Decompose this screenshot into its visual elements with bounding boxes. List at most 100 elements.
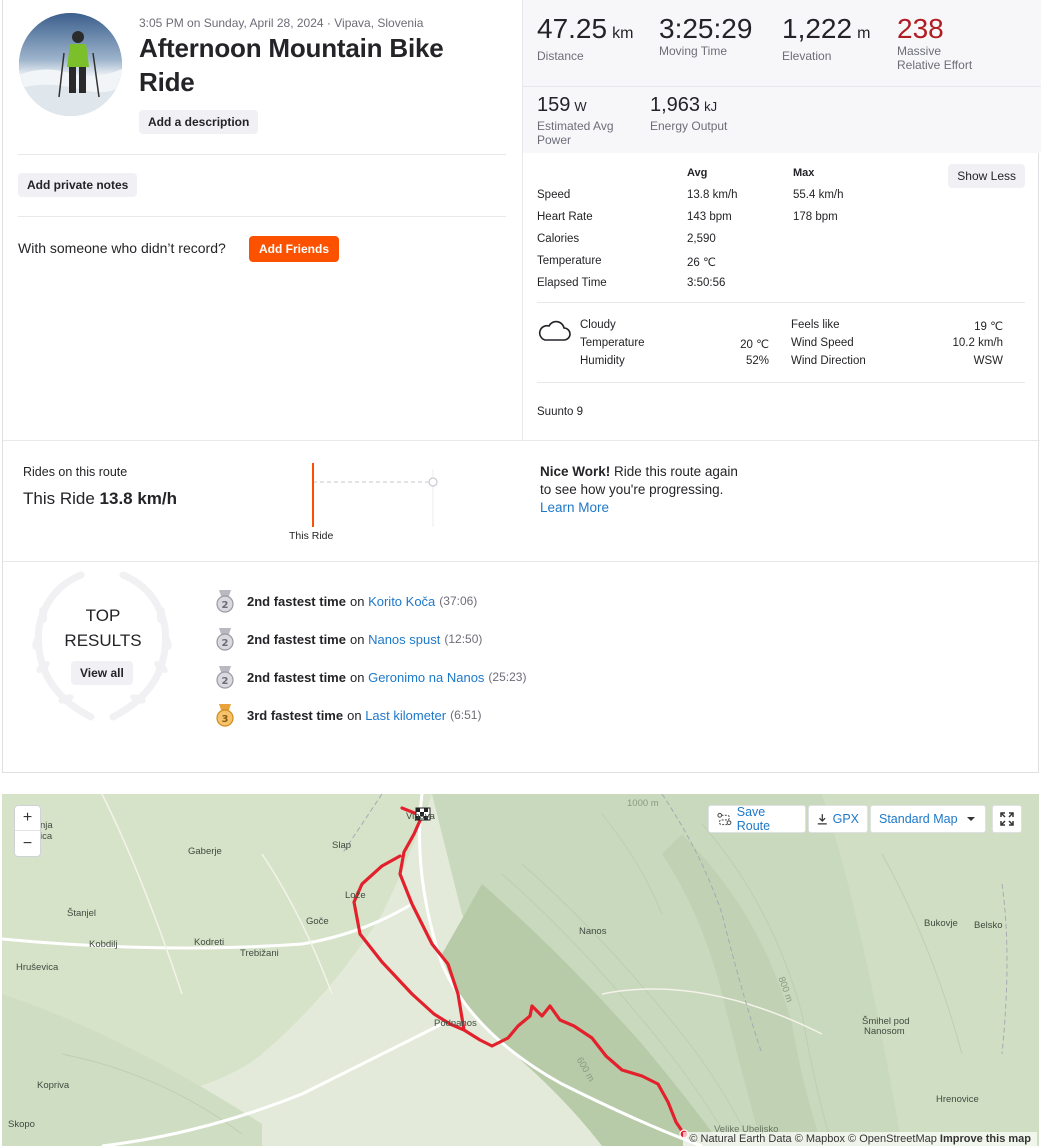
stat-moving-time: 3:25:29 Moving Time bbox=[659, 13, 753, 59]
effort-label-2: Relative Effort bbox=[897, 58, 973, 72]
top-results-title-2: RESULTS bbox=[64, 631, 142, 650]
save-route-label: Save Route bbox=[736, 805, 771, 833]
place-label: Nanos bbox=[579, 926, 607, 937]
route-comparison: Rides on this route This Ride 13.8 km/h … bbox=[3, 440, 1040, 562]
attribution-text[interactable]: © Natural Earth Data © Mapbox © OpenStre… bbox=[689, 1133, 936, 1145]
gpx-download-button[interactable]: GPX bbox=[808, 805, 868, 833]
add-friends-button[interactable]: Add Friends bbox=[249, 236, 340, 262]
power-label-2: Power bbox=[537, 133, 572, 147]
speed-avg: 13.8 km/h bbox=[687, 189, 738, 201]
route-map[interactable]: Vipava Slap Gaberje Lože Goče Štanjel Ko… bbox=[2, 794, 1039, 1146]
result-text: 3rd fastest time bbox=[247, 707, 344, 723]
weather-humidity: 52% bbox=[745, 355, 769, 367]
view-all-button[interactable]: View all bbox=[71, 661, 133, 685]
result-text: 2nd fastest time bbox=[247, 593, 346, 609]
result-time: (25:23) bbox=[488, 670, 527, 684]
result-text: 2nd fastest time bbox=[247, 669, 346, 685]
improve-map-link[interactable]: Improve this map bbox=[940, 1133, 1031, 1145]
zoom-in-button[interactable]: + bbox=[15, 806, 40, 831]
place-label: Hruševica bbox=[16, 962, 59, 973]
max-header: Max bbox=[793, 167, 815, 179]
effort-value: 238 bbox=[897, 13, 944, 44]
add-private-notes-button[interactable]: Add private notes bbox=[18, 173, 138, 197]
gpx-label: GPX bbox=[832, 812, 859, 826]
bronze-medal-icon: 3 bbox=[216, 704, 234, 727]
place-label: Kobdilj bbox=[89, 939, 118, 950]
place-label: Trebižani bbox=[240, 948, 279, 959]
medal-rank: 3 bbox=[222, 714, 229, 725]
stat-distance: 47.25 km Distance bbox=[537, 14, 634, 64]
distance-label: Distance bbox=[537, 49, 584, 63]
zoom-controls: + − bbox=[14, 805, 41, 857]
row-label-heart-rate: Heart Rate bbox=[537, 211, 593, 223]
effort-marker bbox=[428, 477, 438, 487]
calories-avg: 2,590 bbox=[687, 233, 716, 245]
place-label: nja bbox=[40, 820, 53, 831]
learn-more-link[interactable]: Learn More bbox=[540, 500, 609, 515]
distance-unit: km bbox=[612, 25, 634, 42]
segment-link[interactable]: Last kilometer bbox=[365, 708, 446, 723]
result-item: 3 3rd fastest time on Last kilometer (6:… bbox=[215, 703, 481, 727]
weather-condition: Cloudy bbox=[580, 319, 616, 331]
divider bbox=[523, 86, 1041, 87]
result-on: on bbox=[347, 707, 362, 723]
segment-link[interactable]: Geronimo na Nanos bbox=[368, 670, 484, 685]
result-on: on bbox=[349, 669, 365, 685]
segment-link[interactable]: Korito Koča bbox=[368, 594, 435, 609]
stat-power: 159 W Estimated Avg Power bbox=[537, 93, 614, 147]
wind-direction-label: Wind Direction bbox=[791, 355, 866, 367]
divider bbox=[537, 382, 1025, 383]
place-label: Podnanos bbox=[434, 1018, 477, 1029]
nice-work-message: Nice Work! Ride this route again to see … bbox=[540, 463, 780, 517]
map-type-label: Standard Map bbox=[879, 812, 958, 826]
place-label: Vipava bbox=[406, 811, 435, 822]
device-name: Suunto 9 bbox=[537, 406, 584, 418]
elevation-label: Elevation bbox=[782, 49, 832, 63]
speed-max: 55.4 km/h bbox=[793, 189, 844, 201]
activity-title[interactable]: Afternoon Mountain Bike Ride bbox=[139, 31, 499, 99]
medal-rank: 2 bbox=[222, 676, 229, 687]
wind-speed-label: Wind Speed bbox=[791, 337, 854, 349]
place-label: Nanosom bbox=[864, 1026, 905, 1037]
place-label: Belsko bbox=[974, 920, 1003, 931]
elevation-unit: m bbox=[857, 25, 871, 42]
avatar[interactable] bbox=[19, 13, 122, 116]
zoom-out-button[interactable]: − bbox=[15, 831, 40, 856]
heart-rate-avg: 143 bpm bbox=[687, 211, 732, 223]
silver-medal-icon: 2 bbox=[216, 628, 234, 651]
result-text: 2nd fastest time bbox=[247, 631, 346, 647]
weather-temperature-label: Temperature bbox=[580, 337, 645, 349]
top-results-title-1: TOP bbox=[85, 606, 121, 625]
map-type-dropdown[interactable]: Standard Map bbox=[870, 805, 986, 833]
segment-link[interactable]: Nanos spust bbox=[368, 632, 440, 647]
friends-question: With someone who didn’t record? bbox=[18, 240, 226, 256]
place-label: Kodreti bbox=[194, 937, 225, 948]
place-label: Skopo bbox=[8, 1119, 35, 1130]
feels-like-label: Feels like bbox=[791, 319, 840, 331]
fullscreen-button[interactable] bbox=[992, 805, 1022, 833]
silver-medal-icon: 2 bbox=[216, 590, 234, 613]
this-ride-prefix: This Ride bbox=[23, 489, 95, 508]
moving-time-label: Moving Time bbox=[659, 44, 728, 58]
energy-label: Energy Output bbox=[650, 119, 728, 133]
map-canvas[interactable] bbox=[2, 794, 1039, 1146]
add-description-button[interactable]: Add a description bbox=[139, 110, 259, 134]
row-label-speed: Speed bbox=[537, 189, 571, 201]
place-label: ica bbox=[40, 831, 53, 842]
effort-label-1: Massive bbox=[897, 44, 942, 58]
energy-unit: kJ bbox=[704, 99, 718, 114]
save-route-button[interactable]: Save Route bbox=[708, 805, 806, 833]
weather-temperature: 20 ℃ bbox=[740, 339, 769, 351]
activity-meta: 3:05 PM on Sunday, April 28, 2024 · Vipa… bbox=[139, 16, 424, 30]
row-label-temperature: Temperature bbox=[537, 255, 602, 267]
place-label: Lože bbox=[345, 890, 366, 901]
cloud-icon bbox=[537, 318, 571, 344]
wind-speed-value: 10.2 km/h bbox=[952, 337, 1004, 349]
place-label: Goče bbox=[306, 916, 329, 927]
result-time: (37:06) bbox=[439, 594, 478, 608]
heart-rate-max: 178 bpm bbox=[793, 211, 838, 223]
wind-direction-value: WSW bbox=[973, 355, 1003, 367]
moving-time-value: 3:25:29 bbox=[659, 13, 753, 44]
stat-relative-effort[interactable]: 238 Massive Relative Effort bbox=[897, 13, 973, 73]
show-less-button[interactable]: Show Less bbox=[948, 164, 1025, 188]
